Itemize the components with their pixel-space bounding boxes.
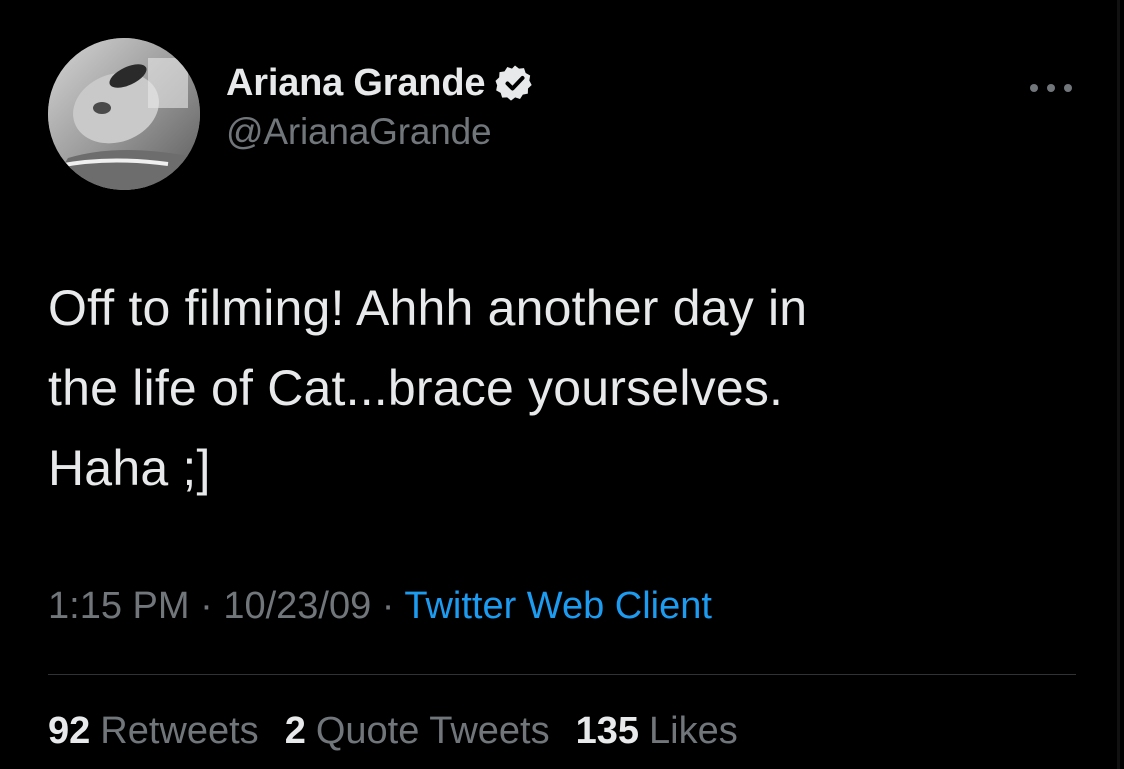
tweet-text-line: the life of Cat...brace yourselves.	[48, 360, 784, 416]
more-dot	[1030, 84, 1038, 92]
tweet-meta: 1:15 PM · 10/23/09 · Twitter Web Client	[48, 585, 712, 628]
tweet-card: Ariana Grande @ArianaGrande Off to filmi…	[0, 0, 1124, 769]
verified-badge-icon	[495, 65, 532, 101]
likes-stat[interactable]: 135 Likes	[576, 710, 738, 753]
more-dot	[1064, 84, 1072, 92]
retweets-count: 92	[48, 710, 91, 752]
tweet-text-line: Off to filming! Ahhh another day in	[48, 280, 808, 336]
tweet-date[interactable]: 10/23/09	[223, 585, 371, 627]
tweet-text-line: Haha ;]	[48, 440, 211, 496]
meta-separator: ·	[381, 585, 405, 627]
tweet-text: Off to filming! Ahhh another day in the …	[48, 268, 1058, 508]
display-name[interactable]: Ariana Grande	[226, 62, 485, 105]
quote-tweets-stat[interactable]: 2 Quote Tweets	[285, 710, 550, 753]
meta-separator: ·	[200, 585, 224, 627]
tweet-header: Ariana Grande @ArianaGrande	[48, 38, 535, 190]
user-handle[interactable]: @ArianaGrande	[226, 111, 535, 153]
quote-tweets-count: 2	[284, 710, 306, 752]
more-options-icon[interactable]	[1030, 78, 1072, 98]
more-dot	[1047, 84, 1055, 92]
name-row: Ariana Grande	[226, 62, 535, 105]
quote-tweets-label: Quote Tweets	[315, 710, 550, 752]
likes-label: Likes	[649, 710, 738, 752]
retweets-stat[interactable]: 92 Retweets	[48, 710, 259, 753]
scrollbar-track	[1117, 0, 1120, 769]
avatar[interactable]	[48, 38, 200, 190]
retweets-label: Retweets	[100, 710, 259, 752]
tweet-time[interactable]: 1:15 PM	[48, 585, 190, 627]
tweet-source-link[interactable]: Twitter Web Client	[404, 585, 712, 627]
tweet-stats: 92 Retweets 2 Quote Tweets 135 Likes	[48, 710, 764, 753]
divider	[48, 674, 1076, 675]
user-identity: Ariana Grande @ArianaGrande	[226, 62, 535, 153]
likes-count: 135	[575, 710, 640, 752]
avatar-photo	[48, 38, 200, 190]
